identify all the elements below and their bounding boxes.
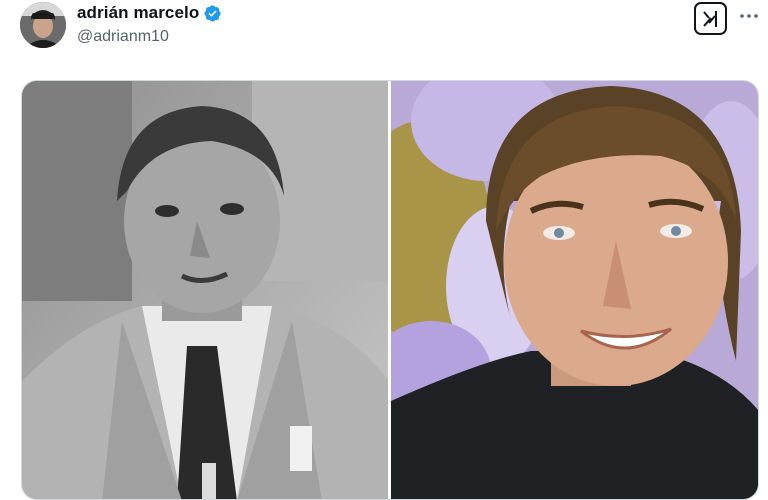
photo-color-portrait-icon [390, 81, 758, 499]
author-display-name[interactable]: adrián marcelo [77, 3, 199, 23]
avatar[interactable] [20, 2, 66, 48]
photo-black-and-white-portrait-icon [22, 81, 388, 499]
verified-badge-icon [204, 4, 221, 22]
author-name-row: adrián marcelo [77, 3, 222, 23]
more-horizontal-icon [740, 14, 758, 18]
post-media[interactable] [21, 80, 759, 500]
author-handle[interactable]: @adrianm10 [77, 28, 169, 46]
more-options-button[interactable] [738, 5, 760, 27]
post-header: adrián marcelo @adrianm10 [0, 0, 768, 70]
media-image-left[interactable] [22, 81, 388, 499]
grok-icon [702, 10, 717, 27]
media-image-right[interactable] [390, 81, 758, 499]
grok-button[interactable] [694, 2, 727, 35]
profile-avatar-icon [20, 2, 66, 48]
